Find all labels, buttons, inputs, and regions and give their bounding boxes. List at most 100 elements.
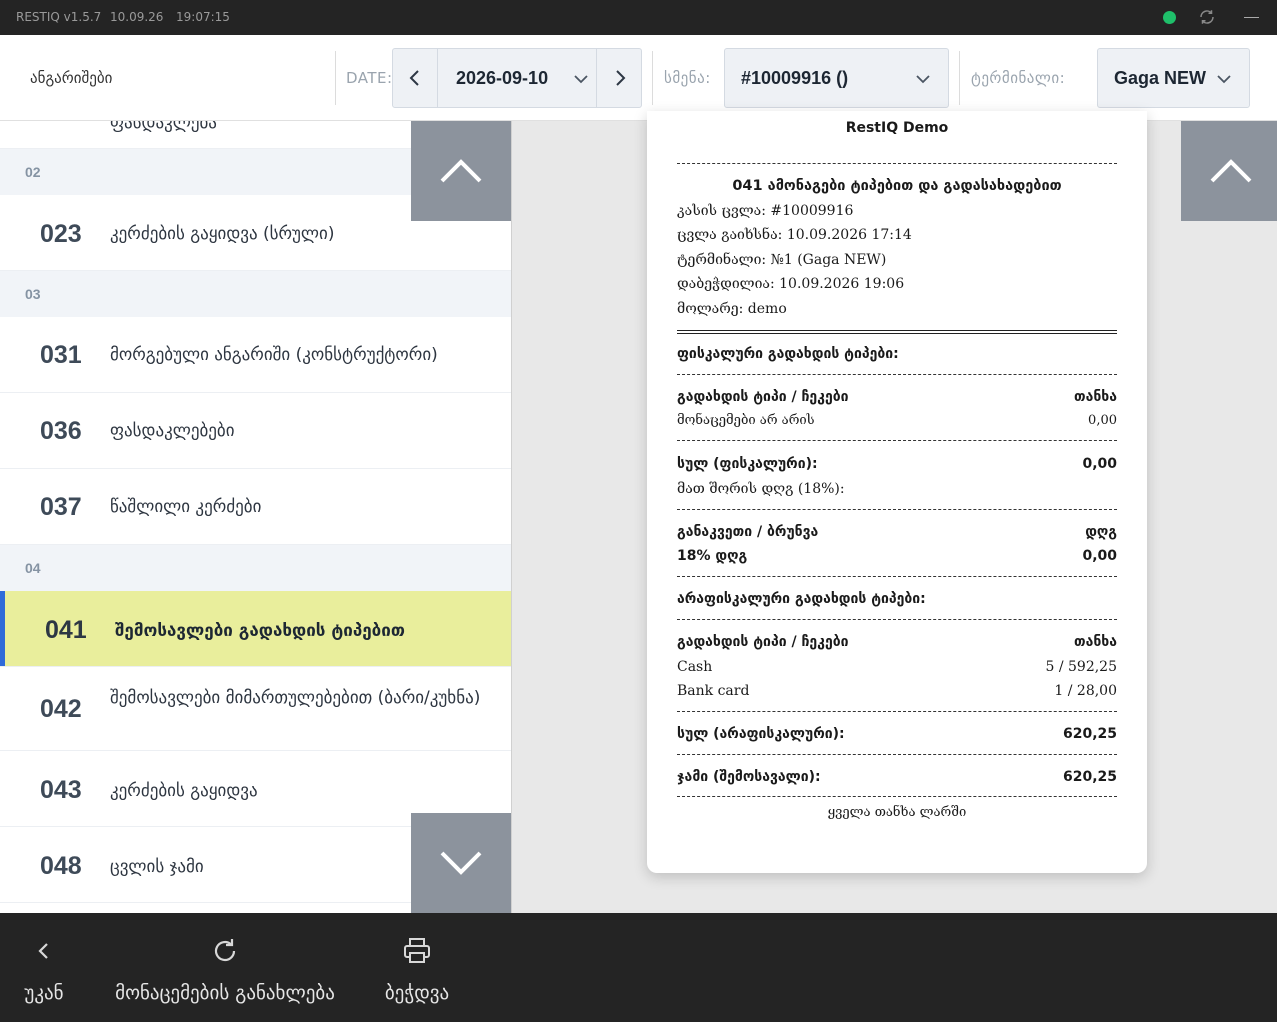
report-preview[interactable]: RestIQ Demo 041 ამონაგები ტიპებით და გად… bbox=[511, 111, 1277, 913]
shift-label: სმენა: bbox=[664, 69, 711, 87]
receipt-meta-cashier: მოლარე: demo bbox=[677, 301, 787, 317]
report-code: 023 bbox=[40, 220, 82, 248]
next-date-button[interactable] bbox=[596, 49, 641, 107]
chevron-right-icon bbox=[616, 70, 626, 86]
divider bbox=[677, 754, 1117, 755]
nonfiscal-columns: გადახდის ტიპი / ჩეკები თანხა bbox=[677, 634, 1117, 650]
printer-icon bbox=[404, 938, 430, 963]
divider bbox=[677, 330, 1117, 334]
report-label: ფასდაკლებები bbox=[110, 421, 235, 441]
divider bbox=[677, 711, 1117, 712]
receipt-meta-terminal: ტერმინალი: №1 (Gaga NEW) bbox=[677, 252, 887, 268]
payment-row-cash: Cash 5 / 592,25 bbox=[677, 659, 1117, 675]
list-item-selected[interactable]: 041 შემოსავლები გადახდის ტიპებით bbox=[0, 591, 511, 667]
page-title: ანგარიშები bbox=[30, 69, 113, 87]
refresh-label: მონაცემების განახლება bbox=[115, 982, 335, 1004]
vat-included: მათ შორის დღგ (18%): bbox=[677, 481, 845, 497]
list-item[interactable]: 036 ფასდაკლებები bbox=[0, 393, 511, 469]
report-code: 031 bbox=[40, 341, 82, 369]
prev-date-button[interactable] bbox=[393, 49, 438, 107]
report-code: 048 bbox=[40, 852, 82, 880]
report-header: ანგარიშები DATE: 2026-09-10 სმენა: #1000… bbox=[0, 35, 1277, 121]
chevron-up-icon bbox=[440, 159, 482, 183]
scroll-up-button[interactable] bbox=[411, 121, 511, 221]
back-label: უკან bbox=[24, 982, 64, 1004]
preview-scroll-up-button[interactable] bbox=[1181, 121, 1277, 221]
shift-value: #10009916 () bbox=[741, 68, 849, 88]
date-value[interactable]: 2026-09-10 bbox=[456, 68, 548, 89]
connection-status-icon bbox=[1163, 11, 1176, 24]
divider bbox=[677, 619, 1117, 620]
section-header: 04 bbox=[0, 545, 511, 591]
list-item[interactable]: 042 შემოსავლები მიმართულებებით (ბარი/კუხ… bbox=[0, 667, 511, 751]
section-header: 03 bbox=[0, 271, 511, 317]
receipt-title: 041 ამონაგები ტიპებით და გადასახადებით bbox=[732, 178, 1062, 194]
chevron-down-icon[interactable] bbox=[573, 71, 589, 87]
fiscal-columns: გადახდის ტიპი / ჩეკები თანხა bbox=[677, 389, 1117, 405]
report-code: 042 bbox=[40, 695, 82, 723]
scroll-down-button[interactable] bbox=[411, 813, 511, 913]
receipt-meta-printed: დაბეჭდილია: 10.09.2026 19:06 bbox=[677, 276, 905, 292]
fiscal-total: სულ (ფისკალური): 0,00 bbox=[677, 456, 1117, 472]
nonfiscal-total: სულ (არაფისკალური): 620,25 bbox=[677, 726, 1117, 742]
divider bbox=[677, 374, 1117, 375]
receipt-footer: ყველა თანხა ლარში bbox=[827, 805, 967, 820]
app-version: RESTIQ v1.5.7 bbox=[16, 10, 102, 24]
divider bbox=[677, 509, 1117, 510]
divider bbox=[959, 51, 960, 105]
shift-select[interactable]: #10009916 () bbox=[724, 48, 949, 108]
vat-columns: განაკვეთი / ბრუნვა დღგ bbox=[677, 524, 1117, 540]
report-code: 036 bbox=[40, 417, 82, 445]
report-list[interactable]: ფასდაკლება 02 023 კერძების გაყიდვა (სრულ… bbox=[0, 121, 511, 913]
divider bbox=[677, 576, 1117, 577]
report-label: წაშლილი კერძები bbox=[110, 497, 262, 517]
report-code: 041 bbox=[45, 616, 87, 644]
chevron-down-icon bbox=[440, 851, 482, 875]
report-label: მორგებული ანგარიში (კონსტრუქტორი) bbox=[110, 345, 438, 365]
print-button[interactable]: ბეჭდვა bbox=[376, 913, 458, 1022]
terminal-select[interactable]: Gaga NEW bbox=[1097, 48, 1250, 108]
chevron-left-icon bbox=[38, 943, 48, 959]
receipt: RestIQ Demo 041 ამონაგები ტიპებით და გად… bbox=[647, 111, 1147, 873]
chevron-down-icon bbox=[916, 75, 930, 84]
chevron-left-icon bbox=[409, 70, 419, 86]
system-time: 19:07:15 bbox=[176, 10, 230, 24]
report-code: 037 bbox=[40, 493, 82, 521]
title-bar: RESTIQ v1.5.7 10.09.26 19:07:15 bbox=[0, 0, 1277, 35]
report-label: კერძების გაყიდვა (სრული) bbox=[110, 224, 335, 244]
terminal-value: Gaga NEW bbox=[1114, 68, 1207, 88]
report-label: შემოსავლები გადახდის ტიპებით bbox=[115, 621, 405, 641]
report-label: კერძების გაყიდვა bbox=[110, 781, 258, 801]
nonfiscal-heading: არაფისკალური გადახდის ტიპები: bbox=[677, 591, 926, 607]
chevron-down-icon bbox=[1217, 75, 1231, 84]
terminal-label: ტერმინალი: bbox=[971, 69, 1066, 87]
date-picker: 2026-09-10 bbox=[392, 48, 642, 108]
chevron-up-icon bbox=[1210, 159, 1252, 183]
report-code: 043 bbox=[40, 776, 82, 804]
divider bbox=[652, 51, 653, 105]
print-label: ბეჭდვა bbox=[384, 982, 450, 1004]
bottom-toolbar: უკან მონაცემების განახლება ბეჭდვა bbox=[0, 913, 1277, 1022]
list-item[interactable]: 037 წაშლილი კერძები bbox=[0, 469, 511, 545]
grand-total: ჯამი (შემოსავალი): 620,25 bbox=[677, 769, 1117, 785]
fiscal-heading: ფისკალური გადახდის ტიპები: bbox=[677, 346, 899, 362]
back-button[interactable]: უკან bbox=[12, 913, 76, 1022]
receipt-meta-shift: კასის ცვლა: #10009916 bbox=[677, 203, 854, 219]
list-item-label: ფასდაკლება bbox=[110, 121, 217, 133]
divider bbox=[677, 796, 1117, 797]
fiscal-no-data: მონაცემები არ არის 0,00 bbox=[677, 413, 1117, 428]
refresh-data-button[interactable]: მონაცემების განახლება bbox=[104, 913, 346, 1022]
date-label: DATE: bbox=[346, 69, 393, 87]
system-date: 10.09.26 bbox=[110, 10, 164, 24]
vat-rate-row: 18% დღგ 0,00 bbox=[677, 548, 1117, 564]
refresh-icon bbox=[214, 939, 236, 962]
sync-icon[interactable] bbox=[1198, 8, 1216, 26]
minimize-button[interactable] bbox=[1244, 17, 1259, 18]
payment-row-card: Bank card 1 / 28,00 bbox=[677, 683, 1117, 699]
divider bbox=[335, 51, 336, 105]
divider bbox=[677, 163, 1117, 164]
report-label: შემოსავლები მიმართულებებით (ბარი/კუხნა) bbox=[110, 688, 481, 708]
divider bbox=[677, 440, 1117, 441]
receipt-company: RestIQ Demo bbox=[845, 120, 949, 136]
list-item[interactable]: 031 მორგებული ანგარიში (კონსტრუქტორი) bbox=[0, 317, 511, 393]
